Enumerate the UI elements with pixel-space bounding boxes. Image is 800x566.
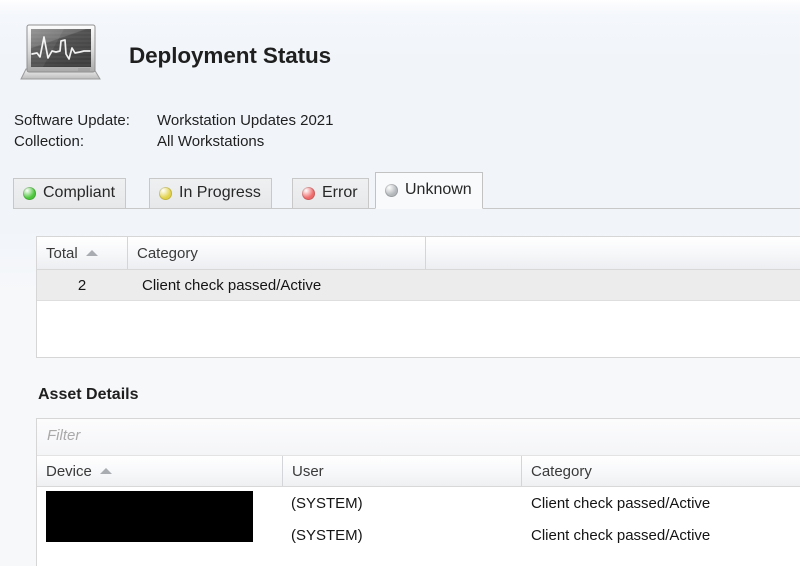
- column-header-device[interactable]: Device: [37, 456, 282, 486]
- cell-category: Client check passed/Active: [142, 276, 322, 294]
- device-name-redaction-box: [46, 491, 253, 542]
- performance-monitor-icon: [18, 21, 104, 85]
- status-dot-unknown-icon: [385, 184, 398, 197]
- meta-value-collection: All Workstations: [157, 133, 265, 150]
- deployment-status-page: Deployment Status Software Update: Works…: [0, 0, 800, 566]
- tab-in-progress[interactable]: In Progress: [149, 178, 272, 208]
- column-header-category-label: Category: [137, 244, 198, 262]
- asset-details-title: Asset Details: [38, 386, 139, 403]
- tab-in-progress-label: In Progress: [179, 183, 261, 201]
- meta-row-collection: Collection: All Workstations: [14, 131, 334, 152]
- page-title: Deployment Status: [129, 43, 332, 68]
- column-header-extra[interactable]: [425, 237, 800, 269]
- column-header-asset-category[interactable]: Category: [521, 456, 800, 486]
- column-header-total-label: Total: [46, 244, 78, 262]
- cell-asset-category: Client check passed/Active: [531, 526, 711, 544]
- column-header-asset-category-label: Category: [531, 462, 592, 480]
- filter-input[interactable]: Filter: [47, 427, 80, 444]
- column-header-category[interactable]: Category: [127, 237, 425, 269]
- summary-grid: Total Category 2 Client check passed/Act…: [36, 236, 800, 358]
- deployment-meta: Software Update: Workstation Updates 202…: [14, 110, 334, 152]
- asset-details-header: Device User Category: [37, 456, 800, 487]
- asset-details-grid: Filter Device User Category (SYSTEM) Cli…: [36, 418, 800, 566]
- status-tab-strip: Compliant In Progress Error Unknown: [13, 172, 800, 210]
- page-header: Deployment Status: [0, 0, 800, 104]
- tab-unknown-label: Unknown: [405, 180, 472, 198]
- tab-compliant-label: Compliant: [43, 183, 116, 201]
- column-header-device-label: Device: [46, 462, 92, 480]
- meta-value-software-update: Workstation Updates 2021: [157, 112, 334, 129]
- meta-row-software-update: Software Update: Workstation Updates 202…: [14, 110, 334, 131]
- column-header-total[interactable]: Total: [37, 237, 127, 269]
- tab-error-label: Error: [322, 183, 358, 201]
- cell-user: (SYSTEM): [291, 526, 363, 544]
- meta-label-software-update: Software Update:: [14, 112, 130, 129]
- table-row[interactable]: 2 Client check passed/Active: [37, 270, 800, 301]
- summary-grid-header: Total Category: [37, 237, 800, 270]
- column-header-user[interactable]: User: [282, 456, 521, 486]
- cell-user: (SYSTEM): [291, 494, 363, 512]
- column-header-user-label: User: [292, 462, 324, 480]
- sort-ascending-icon: [85, 250, 98, 256]
- tab-unknown[interactable]: Unknown: [375, 172, 483, 209]
- cell-asset-category: Client check passed/Active: [531, 494, 711, 512]
- cell-total: 2: [77, 276, 87, 294]
- filter-bar[interactable]: Filter: [37, 419, 800, 456]
- tab-compliant[interactable]: Compliant: [13, 178, 127, 208]
- status-dot-compliant-icon: [23, 187, 36, 200]
- tab-error[interactable]: Error: [292, 178, 369, 208]
- status-dot-error-icon: [302, 187, 315, 200]
- meta-label-collection: Collection:: [14, 133, 85, 150]
- sort-ascending-icon: [99, 468, 112, 474]
- status-dot-in-progress-icon: [159, 187, 172, 200]
